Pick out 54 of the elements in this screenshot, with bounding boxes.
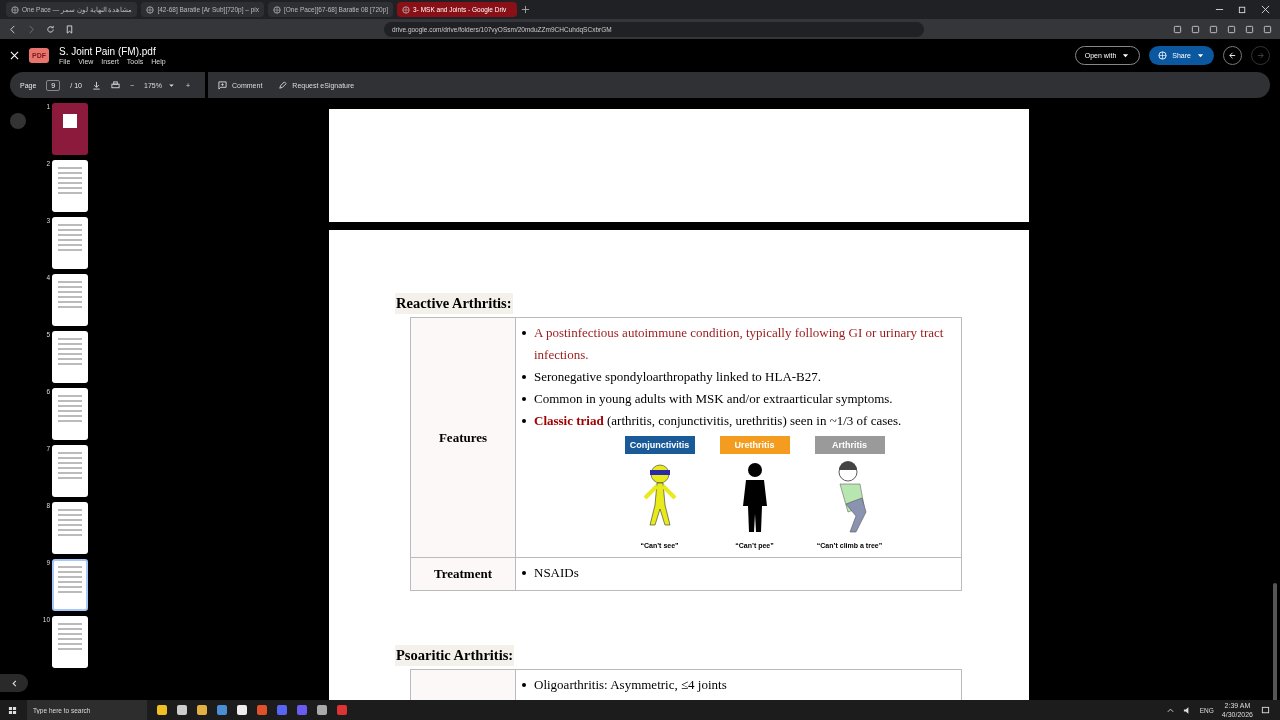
bullet-icon xyxy=(522,331,526,335)
row-label: Treatment xyxy=(411,558,516,590)
globe-icon xyxy=(402,5,411,14)
forward-arrow-icon xyxy=(1256,51,1265,60)
new-tab-icon[interactable] xyxy=(521,5,531,14)
close-icon[interactable] xyxy=(1261,5,1270,14)
download-icon[interactable] xyxy=(91,80,101,90)
caret-icon xyxy=(1196,51,1205,60)
figure-tag: Conjunctivitis xyxy=(624,436,695,454)
bullet-icon xyxy=(522,375,526,379)
pen-icon xyxy=(278,80,288,90)
caret-icon xyxy=(1121,51,1131,60)
figure-tag: Urethritis xyxy=(719,436,790,454)
back-arrow-icon xyxy=(1228,51,1237,60)
bullet-text: Seronegative spondyloarthropathy linked to HLA-B27. xyxy=(534,368,822,386)
bullet-text: Oligoarthritis: Asymmetric, ≤4 joints xyxy=(534,676,727,694)
windows-icon[interactable] xyxy=(8,705,17,715)
page-thumbnail[interactable] xyxy=(52,274,88,326)
page-thumbnail[interactable] xyxy=(52,217,88,269)
reload-icon[interactable] xyxy=(46,24,55,34)
page-thumbnail[interactable] xyxy=(52,160,88,212)
page-thumbnail[interactable] xyxy=(52,616,88,668)
page-thumbnail[interactable] xyxy=(52,502,88,554)
page-thumbnail[interactable] xyxy=(52,559,88,611)
scrollbar-thumb[interactable] xyxy=(1273,583,1277,703)
page-thumbnail[interactable] xyxy=(52,103,88,155)
chevron-left-icon xyxy=(9,678,19,688)
print-icon[interactable] xyxy=(110,80,120,90)
section-heading: Psoaritic Arthritis: xyxy=(395,645,515,666)
row-label: Features xyxy=(411,318,516,557)
collapse-button[interactable] xyxy=(0,674,28,692)
back-icon[interactable] xyxy=(8,24,17,34)
comment-icon xyxy=(218,80,227,90)
bullet-text: Common in young adults with MSK and/or extraarticular symptoms. xyxy=(534,390,893,408)
page-thumbnail[interactable] xyxy=(52,388,88,440)
bullet-icon xyxy=(522,571,526,575)
bullet-icon xyxy=(522,419,526,423)
bullet-text: NSAIDs xyxy=(534,564,579,582)
globe-icon xyxy=(11,5,19,14)
figure-tag: Arthritis xyxy=(814,436,885,454)
page-thumbnail[interactable] xyxy=(52,331,88,383)
file-name: S. Joint Pain (FM).pdf xyxy=(59,46,157,57)
globe-icon xyxy=(1158,51,1168,60)
bullet-icon xyxy=(522,683,526,687)
bullet-icon xyxy=(522,397,526,401)
section-heading: Reactive Arthritis: xyxy=(395,293,513,314)
globe-icon xyxy=(146,5,155,14)
globe-icon xyxy=(273,5,281,14)
page-thumbnail[interactable] xyxy=(52,445,88,497)
bullet-text: Classic triad (arthritis, conjunctivitis, urethritis) seen in ~1/3 of cases. xyxy=(534,412,902,430)
bullet-text: A postinfectious autoimmune condition, typically following GI or urinary tract infections. xyxy=(534,324,945,364)
notification-icon[interactable] xyxy=(1261,705,1270,715)
bookmark-icon[interactable] xyxy=(65,24,74,34)
restore-icon[interactable] xyxy=(1238,5,1247,14)
